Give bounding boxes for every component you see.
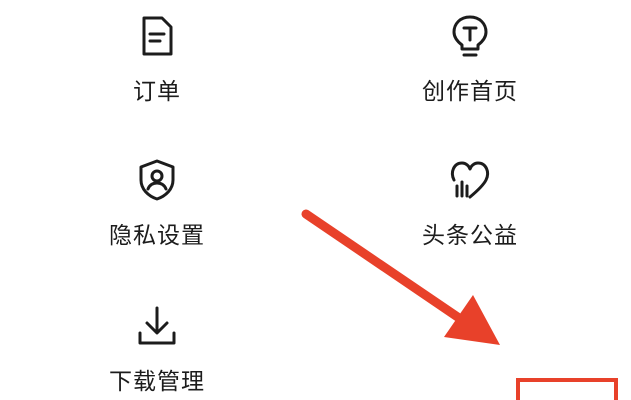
menu-item-label: 头条公益	[422, 223, 518, 249]
menu-item-orders[interactable]: 订单	[112, 14, 202, 106]
menu-item-label: 下载管理	[109, 369, 205, 395]
menu-item-charity[interactable]: 头条公益	[412, 158, 528, 250]
menu-item-label: 创作首页	[422, 79, 518, 105]
lightbulb-icon	[448, 14, 492, 58]
annotation-arrow	[301, 209, 500, 345]
shield-user-icon	[135, 158, 179, 202]
menu-item-label: 订单	[133, 79, 181, 105]
download-icon	[135, 304, 179, 348]
document-icon	[135, 14, 179, 58]
menu-item-privacy-settings[interactable]: 隐私设置	[98, 158, 216, 250]
menu-page: 订单 创作首页 隐私设置 头条公益 下载管理	[0, 0, 631, 400]
menu-item-label: 隐私设置	[109, 223, 205, 249]
menu-item-download-management[interactable]: 下载管理	[98, 304, 216, 396]
annotation-highlight-box	[516, 378, 618, 400]
menu-item-creator-home[interactable]: 创作首页	[405, 14, 535, 106]
heart-chart-icon	[448, 158, 492, 202]
